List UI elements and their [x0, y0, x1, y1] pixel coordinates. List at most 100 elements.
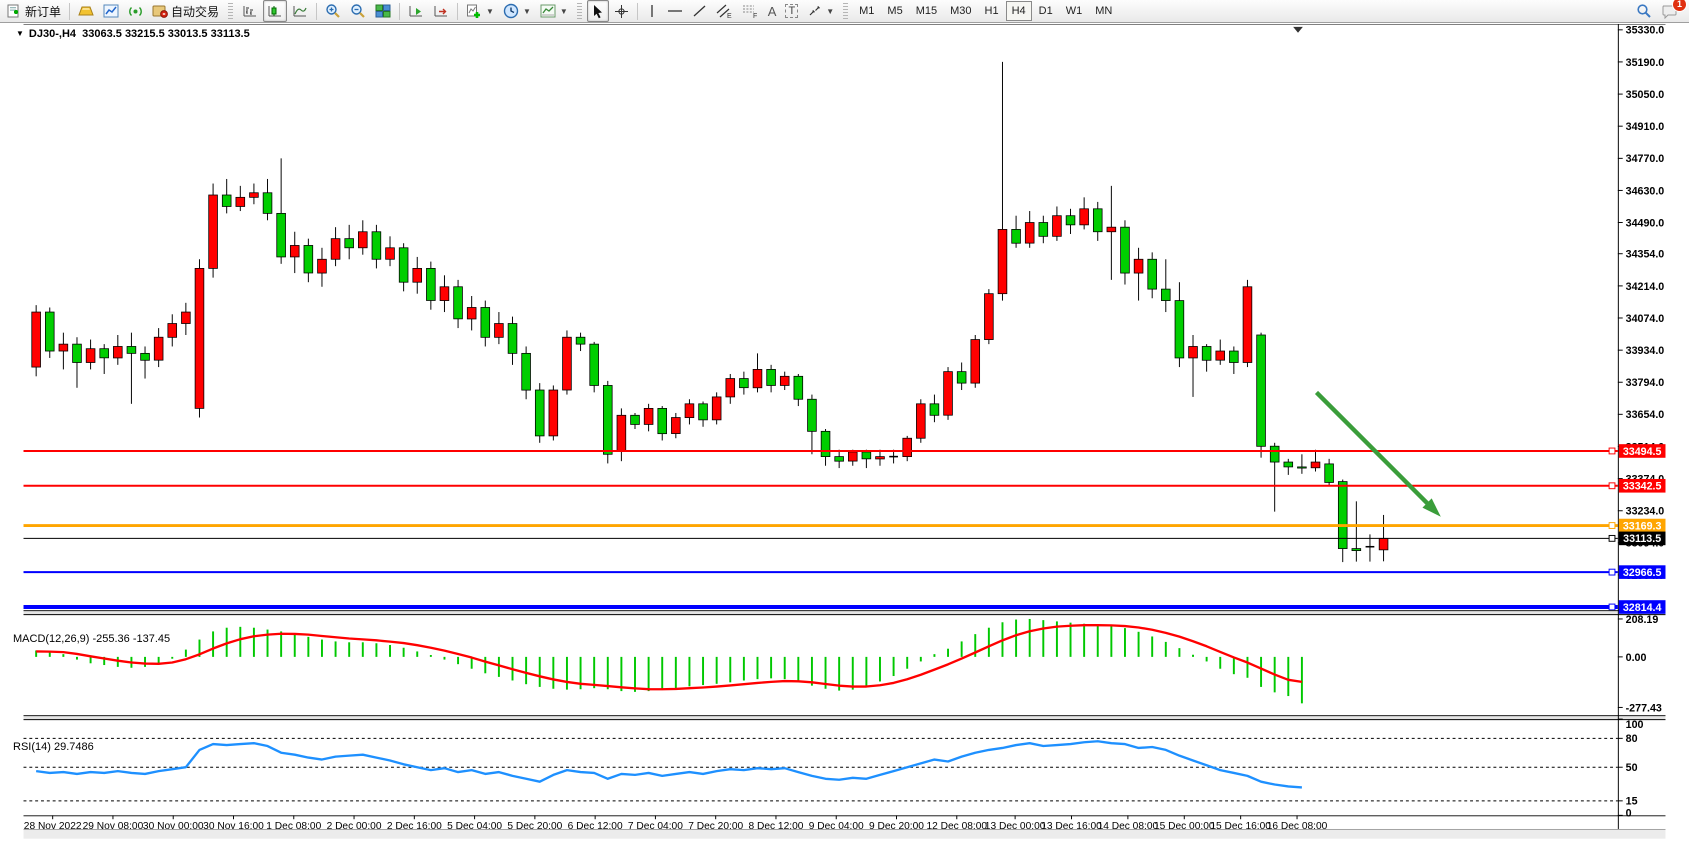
candle-body — [535, 390, 544, 436]
toolbar-grip[interactable] — [843, 3, 848, 19]
line-chart-type-button[interactable] — [288, 0, 312, 22]
candle-body — [658, 408, 667, 433]
tab-timeframe-h4[interactable]: H4 — [1006, 1, 1032, 21]
line-handle[interactable] — [1609, 448, 1615, 454]
ohlc-readout: 33063.5 33215.5 33013.5 33113.5 — [82, 28, 250, 40]
gold-symbol-button[interactable] — [74, 0, 98, 22]
macd-tick-label: 0.00 — [1626, 652, 1647, 664]
candle-body — [250, 193, 259, 198]
candle-body — [1161, 289, 1170, 300]
line-handle[interactable] — [1609, 569, 1615, 575]
candle-body — [1012, 229, 1021, 243]
vertical-line-tool-button[interactable] — [642, 0, 662, 22]
candle-body — [263, 193, 272, 214]
text-tool-button[interactable]: A — [764, 0, 781, 22]
rsi-indicator-label: RSI(14) 29.7486 — [13, 741, 94, 753]
tab-timeframe-d1[interactable]: D1 — [1033, 1, 1059, 21]
tab-timeframe-mn[interactable]: MN — [1089, 1, 1118, 21]
candle-body — [794, 376, 803, 399]
zoom-in-button[interactable] — [321, 0, 345, 22]
auto-scroll-button[interactable] — [404, 0, 428, 22]
line-handle[interactable] — [1609, 535, 1615, 541]
tile-windows-button[interactable] — [371, 0, 395, 22]
candle-body — [304, 245, 313, 273]
search-button[interactable] — [1632, 0, 1656, 22]
candle-body — [1379, 538, 1388, 549]
candle-body — [318, 259, 327, 273]
tab-timeframe-m15[interactable]: M15 — [910, 1, 943, 21]
candle-chart-type-button[interactable] — [263, 0, 287, 22]
candle-body — [1053, 216, 1062, 237]
chart-shift-button[interactable] — [429, 0, 453, 22]
candle-body — [1229, 351, 1238, 362]
candle-body — [522, 353, 531, 390]
cursor-button[interactable] — [587, 0, 609, 22]
candle-body — [73, 344, 82, 362]
trendline-tool-button[interactable] — [688, 0, 711, 22]
text-label-tool-button[interactable]: T — [781, 0, 802, 22]
candle-body — [277, 213, 286, 257]
new-order-button[interactable]: 新订单 — [3, 0, 65, 22]
price-tick-label: 35190.0 — [1626, 57, 1665, 69]
line-handle[interactable] — [1609, 523, 1615, 529]
tab-timeframe-w1[interactable]: W1 — [1060, 1, 1089, 21]
candle-body — [345, 239, 354, 248]
toolbar-grip[interactable] — [228, 3, 233, 19]
line-handle[interactable] — [1609, 604, 1615, 610]
fibonacci-tool-button[interactable]: F — [738, 0, 763, 22]
candle-body — [1080, 209, 1089, 225]
tab-timeframe-m1[interactable]: M1 — [853, 1, 880, 21]
auto-trading-button[interactable]: 自动交易 — [148, 0, 223, 22]
svg-text:33169.3: 33169.3 — [1623, 520, 1662, 532]
chevron-down-icon: ▼ — [826, 7, 834, 16]
candle-body — [631, 415, 640, 424]
candle-body — [1025, 223, 1034, 244]
candle-body — [930, 404, 939, 415]
separator — [399, 3, 400, 20]
horizontal-line-tool-button[interactable] — [663, 0, 687, 22]
candle-body — [154, 337, 163, 360]
tab-timeframe-m30[interactable]: M30 — [944, 1, 977, 21]
svg-text:33113.5: 33113.5 — [1623, 533, 1661, 545]
templates-button[interactable]: ▼ — [536, 0, 572, 22]
separator — [69, 3, 70, 20]
chat-button[interactable]: 1 — [1657, 0, 1682, 22]
candle-body — [399, 248, 408, 282]
line-chart-icon — [292, 4, 308, 18]
rsi-tick-label: 15 — [1626, 796, 1638, 808]
candle-body — [821, 431, 830, 456]
periods-button[interactable]: ▼ — [499, 0, 535, 22]
equidistant-channel-icon: E — [716, 4, 733, 19]
candle-body — [848, 452, 857, 461]
candle-body — [1121, 227, 1130, 273]
line-handle[interactable] — [1609, 483, 1615, 489]
price-line-label: 33494.5 — [1619, 444, 1666, 458]
window-bottom-edge — [24, 829, 1666, 839]
arrows-tool-button[interactable]: ▼ — [803, 0, 838, 22]
candle-body — [726, 379, 735, 397]
candle-body — [426, 268, 435, 300]
bar-chart-type-button[interactable] — [238, 0, 262, 22]
market-watch-button[interactable] — [99, 0, 123, 22]
channel-tool-button[interactable]: E — [712, 0, 737, 22]
horizontal-line-icon — [667, 5, 683, 17]
price-tick-label: 33234.0 — [1626, 506, 1665, 518]
chart-window: 35330.035190.035050.034910.034770.034630… — [0, 24, 1689, 862]
indicators-button[interactable]: ▼ — [462, 0, 498, 22]
symbol-dropdown-icon[interactable]: ▼ — [16, 29, 24, 38]
toolbar-grip[interactable] — [577, 3, 582, 19]
candle-body — [1134, 259, 1143, 273]
crosshair-button[interactable] — [610, 0, 633, 22]
zoom-out-button[interactable] — [346, 0, 370, 22]
rsi-name: RSI(14) — [13, 741, 51, 753]
candle-body — [835, 457, 844, 462]
candle-body — [1270, 446, 1279, 462]
chart-canvas[interactable]: 35330.035190.035050.034910.034770.034630… — [0, 24, 1689, 862]
candle-body — [59, 344, 68, 351]
auto-trading-icon — [152, 4, 168, 18]
indicators-icon — [466, 4, 482, 19]
tab-timeframe-h1[interactable]: H1 — [979, 1, 1005, 21]
signals-button[interactable] — [124, 0, 147, 22]
tab-timeframe-m5[interactable]: M5 — [881, 1, 908, 21]
chart-title[interactable]: ▼DJ30-,H4 33063.5 33215.5 33013.5 33113.… — [16, 28, 250, 40]
